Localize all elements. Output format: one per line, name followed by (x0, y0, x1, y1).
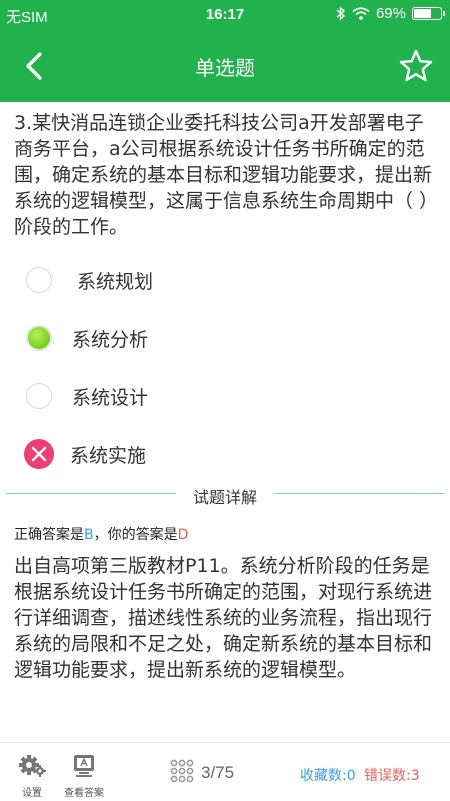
view-answer-label: 查看答案 (64, 788, 104, 799)
option-d[interactable]: 系统实施 (24, 434, 326, 474)
option-b[interactable]: 系统分析 (26, 318, 326, 358)
settings-label: 设置 (22, 788, 42, 799)
settings-button[interactable]: 设置 (10, 753, 54, 799)
favorites-count: 收藏数:0 (300, 768, 356, 784)
question-progress[interactable]: 3/75 (201, 763, 234, 783)
option-label: 系统分析 (72, 328, 149, 351)
your-answer: D (177, 527, 189, 543)
radio-unselected-icon (26, 267, 52, 293)
bluetooth-icon (336, 6, 346, 21)
divider-right (274, 493, 444, 494)
option-label: 系统实施 (70, 444, 147, 467)
answer-sheet-icon (74, 755, 94, 777)
wifi-icon (352, 7, 370, 20)
option-label: 系统设计 (72, 386, 149, 409)
grid-icon[interactable] (170, 759, 194, 783)
nav-bar: 单选题 (0, 30, 450, 102)
gear-icon (19, 755, 46, 777)
star-outline-icon (399, 49, 433, 82)
option-a[interactable]: 系统规划 (26, 260, 326, 300)
status-bar: 无SIM 16:17 69% (0, 0, 450, 30)
view-answer-button[interactable]: 查看答案 (62, 753, 106, 799)
radio-selected-icon (26, 325, 52, 351)
close-icon (31, 446, 47, 462)
battery-icon (412, 7, 445, 20)
page-title: 单选题 (195, 56, 255, 80)
errors-count: 错误数:3 (364, 768, 420, 784)
option-c[interactable]: 系统设计 (26, 376, 326, 416)
detail-title: 试题详解 (192, 488, 257, 507)
your-answer-prefix: ，你的答案是 (93, 527, 178, 543)
correct-answer: B (84, 527, 94, 543)
answer-summary: 正确答案是B，你的答案是D (14, 524, 188, 544)
question-text: 3.某快消品连锁企业委托科技公司a开发部署电子商务平台，a公司根据系统设计任务书… (14, 112, 439, 238)
status-icons: 69% (336, 5, 445, 22)
option-label: 系统规划 (77, 270, 154, 293)
battery-percent: 69% (375, 5, 406, 22)
bottom-toolbar: 设置 查看答案 3/75 收藏数:0 错误数:3 (0, 742, 450, 801)
favorite-button[interactable] (398, 48, 434, 84)
correct-prefix: 正确答案是 (14, 527, 84, 543)
battery-fill (414, 9, 431, 18)
wrong-answer-icon (24, 439, 54, 469)
radio-unselected-icon (26, 383, 52, 409)
explanation-text: 出自高项第三版教材P11。系统分析阶段的任务是根据系统设计任务书所确定的范围，对… (14, 555, 433, 681)
